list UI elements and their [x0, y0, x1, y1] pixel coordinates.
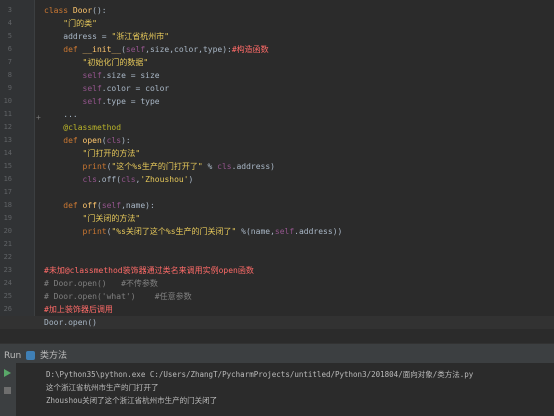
line-number: 24	[3, 279, 12, 287]
line-number: 11	[3, 110, 12, 118]
code-line: cls.off(cls,'Zhoushou')	[44, 175, 194, 184]
line-number: 13	[3, 136, 12, 144]
code-line: def __init__(self,size,color,type):#构造函数	[44, 45, 269, 54]
line-number: 8	[7, 71, 12, 79]
python-icon	[26, 351, 36, 360]
output-line: Zhoushou关闭了这个浙江省杭州市生产的门关闭了	[46, 396, 218, 405]
line-number: 19	[3, 214, 12, 222]
code-line: class Door():	[44, 6, 107, 15]
line-number: 26	[3, 305, 12, 313]
line-number: 22	[3, 253, 12, 261]
code-line: #未加@classmethod装饰器通过类名来调用实例open函数	[44, 266, 254, 275]
stop-icon[interactable]	[4, 387, 11, 394]
line-number: 9	[7, 84, 12, 92]
line-number: 16	[3, 175, 12, 183]
line-number: 12	[3, 123, 12, 131]
fold-expand-icon[interactable]: +	[36, 113, 44, 122]
code-line: # Door.open('what') #任意参数	[44, 292, 192, 301]
line-number: 15	[3, 162, 12, 170]
line-number: 10	[3, 97, 12, 105]
code-line: "门的类"	[44, 19, 97, 28]
code-line: def open(cls):	[44, 136, 131, 145]
code-line: def off(self,name):	[44, 201, 155, 210]
line-number: 6	[7, 45, 12, 53]
code-line: "门打开的方法"	[44, 149, 141, 158]
code-line: print("%s关闭了这个%s生产的门关闭了" %(name,self.add…	[44, 227, 343, 236]
line-number: 5	[7, 32, 12, 40]
line-number: 20	[3, 227, 12, 235]
code-line: print("这个%s生产的门打开了" % cls.address)	[44, 162, 275, 171]
line-number: 4	[7, 19, 12, 27]
code-line: address = "浙江省杭州市"	[44, 32, 170, 41]
code-line: Door.open()	[0, 316, 554, 329]
rerun-icon[interactable]	[4, 369, 11, 377]
line-number: 14	[3, 149, 12, 157]
code-line: ...	[44, 110, 78, 119]
run-toolbar-header: Run 类方法	[0, 343, 554, 364]
run-tab-label: Run	[4, 351, 22, 361]
line-number: 18	[3, 201, 12, 209]
run-output[interactable]: D:\Python35\python.exe C:/Users/ZhangT/P…	[16, 363, 554, 416]
line-number: 21	[3, 240, 12, 248]
code-line: self.type = type	[44, 97, 160, 106]
code-line: "门关闭的方法"	[44, 214, 141, 223]
line-number: 23	[3, 266, 12, 274]
line-number: 7	[7, 58, 12, 66]
code-line: self.size = size	[44, 71, 160, 80]
code-line: #加上装饰器后调用	[44, 305, 113, 314]
output-line: 这个浙江省杭州市生产的门打开了	[46, 383, 159, 392]
code-line: @classmethod	[44, 123, 122, 132]
output-line: D:\Python35\python.exe C:/Users/ZhangT/P…	[46, 370, 474, 379]
line-number: 17	[3, 188, 12, 196]
line-number: 3	[7, 6, 12, 14]
run-tab[interactable]: Run 类方法	[4, 348, 67, 361]
line-number: 25	[3, 292, 12, 300]
code-editor[interactable]: 3 class Door(): 4 "门的类" 5 address = "浙江省杭州市…	[0, 0, 554, 329]
code-line: # Door.open() #不传参数	[44, 279, 158, 288]
code-line: self.color = color	[44, 84, 170, 93]
run-config-name: 类方法	[40, 351, 68, 361]
run-side-toolbar	[0, 363, 16, 416]
code-line: "初始化门的数据"	[44, 58, 149, 67]
